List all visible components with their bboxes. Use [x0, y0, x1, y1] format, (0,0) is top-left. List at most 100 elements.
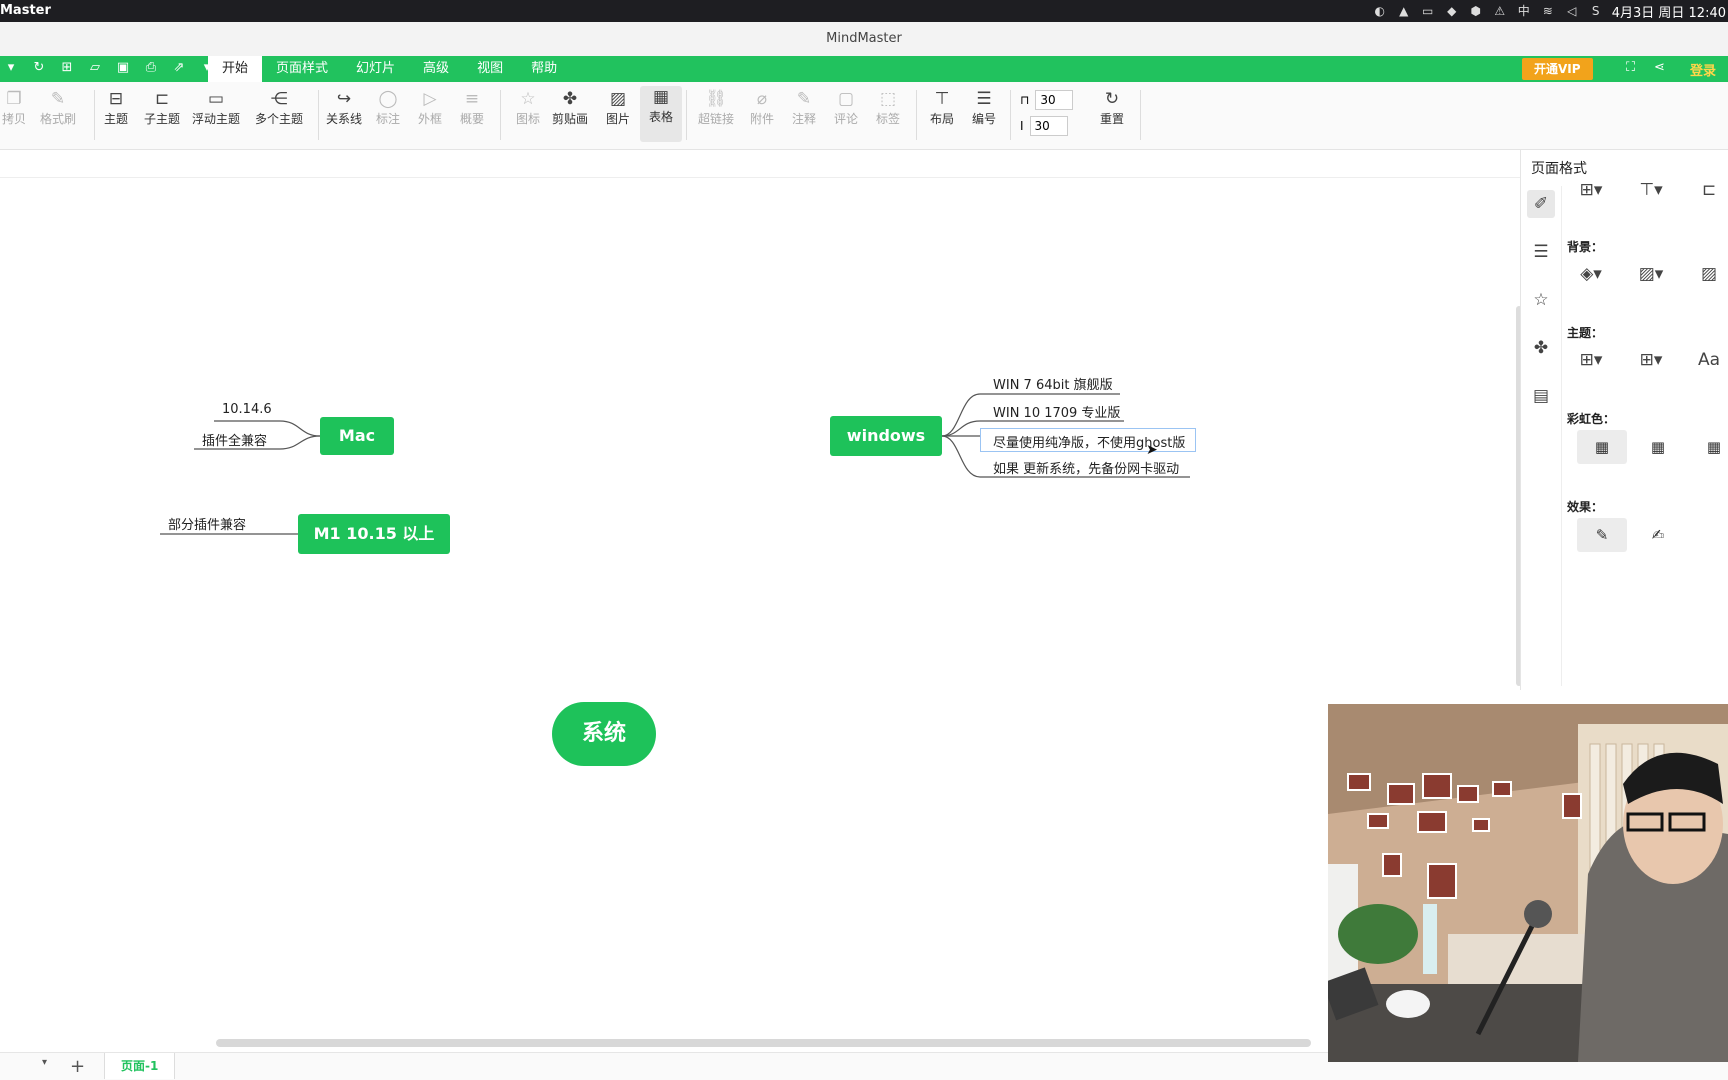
- horizontal-scrollbar[interactable]: [216, 1039, 1311, 1047]
- dropdown-arrow-icon[interactable]: ▾: [2, 60, 20, 75]
- subtopic-win10[interactable]: WIN 10 1709 专业版: [993, 402, 1120, 421]
- topic-button[interactable]: ⊟ 主题: [104, 88, 128, 127]
- format-brush-button[interactable]: ✎ 格式刷: [40, 88, 76, 127]
- tab-help[interactable]: 帮助: [517, 56, 571, 82]
- print-icon[interactable]: ⎙: [142, 60, 160, 75]
- tab-page-style[interactable]: 页面样式: [262, 56, 342, 82]
- vip-button[interactable]: 开通VIP: [1522, 58, 1593, 80]
- reset-button[interactable]: ↻ 重置: [1100, 88, 1124, 127]
- new-file-icon[interactable]: ⊞: [58, 60, 76, 75]
- effect-option-2[interactable]: ✍: [1633, 518, 1683, 552]
- rainbow-option-2[interactable]: ▦: [1633, 430, 1683, 464]
- warning-icon[interactable]: ⚠: [1492, 4, 1508, 18]
- login-button[interactable]: 登录: [1690, 60, 1716, 79]
- page-menu-arrow-icon[interactable]: ▾: [42, 1057, 47, 1068]
- share-icon[interactable]: ⋖: [1654, 60, 1665, 75]
- subtopic-button[interactable]: ⊏ 子主题: [144, 88, 180, 127]
- page-format-icon[interactable]: ✐: [1527, 190, 1555, 218]
- background-image-icon[interactable]: ▨▾: [1631, 264, 1671, 284]
- layout-button[interactable]: ⊤ 布局: [930, 88, 954, 127]
- subtopic-win7[interactable]: WIN 7 64bit 旗舰版: [993, 374, 1113, 393]
- wifi-icon[interactable]: ≋: [1540, 4, 1556, 18]
- subtopic-backup-driver[interactable]: 如果 更新系统，先备份网卡驱动: [993, 458, 1179, 477]
- redo-icon[interactable]: ↻: [30, 60, 48, 75]
- callout-button[interactable]: ◯ 标注: [376, 88, 400, 127]
- subtopic-mac-version[interactable]: 10.14.6: [222, 402, 272, 417]
- hyperlink-button[interactable]: ⛓ 超链接: [698, 88, 734, 127]
- app-icon[interactable]: S: [1588, 4, 1604, 18]
- task-calendar-icon[interactable]: ▤: [1527, 382, 1555, 410]
- subtopic-mac-plugins[interactable]: 插件全兼容: [202, 430, 267, 449]
- topic-mac[interactable]: Mac: [320, 417, 394, 455]
- v-spacing-input[interactable]: 30: [1029, 116, 1068, 136]
- effect-option-1[interactable]: ✎: [1577, 518, 1627, 552]
- multi-topic-button[interactable]: ⋲ 多个主题: [255, 88, 303, 127]
- network-icon[interactable]: ◆: [1444, 4, 1460, 18]
- sync-icon[interactable]: ◐: [1372, 4, 1388, 18]
- structure-grid-icon[interactable]: ⊞▾: [1571, 180, 1611, 200]
- rainbow-option-3[interactable]: ▦: [1689, 430, 1728, 464]
- callout-icon: ◯: [378, 89, 398, 109]
- watermark-icon[interactable]: ▨: [1689, 264, 1728, 284]
- tab-view[interactable]: 视图: [463, 56, 517, 82]
- image-button[interactable]: ▨ 图片: [606, 88, 630, 127]
- clipart-library-icon[interactable]: ✤: [1527, 334, 1555, 362]
- note-button[interactable]: ✎ 注释: [792, 88, 816, 127]
- h-spacing-input[interactable]: 30: [1035, 90, 1074, 110]
- central-topic[interactable]: 系统: [552, 702, 656, 766]
- icon-button[interactable]: ☆ 图标: [516, 88, 540, 127]
- clover-icon: ✤: [562, 89, 578, 109]
- comment-button[interactable]: ▢ 评论: [834, 88, 858, 127]
- relation-button[interactable]: ↪ 关系线: [326, 88, 362, 127]
- tab-start[interactable]: 开始: [208, 56, 263, 82]
- tag-icon: ⬚: [879, 89, 897, 109]
- clock-text[interactable]: 4月3日 周日 12:40: [1612, 2, 1728, 21]
- fill-bucket-icon[interactable]: ◈▾: [1571, 264, 1611, 284]
- attachment-button[interactable]: ⌀ 附件: [750, 88, 774, 127]
- tab-advanced[interactable]: 高级: [409, 56, 463, 82]
- input-method-icon[interactable]: 中: [1516, 4, 1532, 18]
- save-icon[interactable]: ▣: [114, 60, 132, 75]
- page-tab[interactable]: 页面-1: [104, 1053, 176, 1079]
- v-spacing-stepper[interactable]: Ι 30: [1020, 116, 1068, 136]
- subtopic-m1-plugins[interactable]: 部分插件兼容: [168, 514, 246, 533]
- subtopic-clean-version-selected[interactable]: 尽量使用纯净版，不使用ghost版: [980, 428, 1196, 452]
- theme-grid-icon[interactable]: ⊞▾: [1571, 350, 1611, 370]
- mindmap-canvas[interactable]: [0, 150, 1520, 1040]
- boundary-button[interactable]: ▷ 外框: [418, 88, 442, 127]
- topic-windows[interactable]: windows: [830, 416, 942, 456]
- h-spacing-stepper[interactable]: ⊓ 30: [1020, 90, 1074, 110]
- display-icon[interactable]: ▭: [1420, 4, 1436, 18]
- add-page-icon[interactable]: +: [70, 1056, 85, 1077]
- clipart-button[interactable]: ✤ 剪贴画: [552, 88, 588, 127]
- copy-icon: ❐: [6, 89, 22, 109]
- background-label: 背景：: [1567, 240, 1604, 254]
- copy-button[interactable]: ❐ 拷贝: [2, 88, 26, 127]
- volume-icon[interactable]: ◁: [1564, 4, 1580, 18]
- floating-topic-button[interactable]: ▭ 浮动主题: [192, 88, 240, 127]
- tab-slides[interactable]: 幻灯片: [342, 56, 409, 82]
- outline-list-icon[interactable]: ☰: [1527, 238, 1555, 266]
- rainbow-option-1[interactable]: ▦: [1577, 430, 1627, 464]
- table-button[interactable]: ▦ 表格: [640, 86, 682, 142]
- font-aa-icon[interactable]: Aa: [1689, 350, 1728, 370]
- panel-title: 页面格式: [1531, 161, 1587, 177]
- numbered-list-icon: ☰: [976, 89, 992, 109]
- topic-m1[interactable]: M1 10.15 以上: [298, 514, 450, 554]
- icon-library-icon[interactable]: ☆: [1527, 286, 1555, 314]
- tag-button[interactable]: ⬚ 标签: [876, 88, 900, 127]
- subtopic-icon: ⊏: [154, 89, 170, 109]
- theme-style-icon[interactable]: ⊞▾: [1631, 350, 1671, 370]
- divider: [686, 90, 687, 140]
- summary-button[interactable]: ≡ 概要: [460, 88, 484, 127]
- tree-structure-icon[interactable]: ⊤▾: [1631, 180, 1671, 200]
- numbering-button[interactable]: ☰ 编号: [972, 88, 996, 127]
- export-icon[interactable]: ⇗: [170, 60, 188, 75]
- fullscreen-icon[interactable]: ⛶: [1626, 60, 1635, 75]
- multi-topic-icon: ⋲: [270, 89, 288, 109]
- open-folder-icon[interactable]: ▱: [86, 60, 104, 75]
- app-status-icon[interactable]: ⬢: [1468, 4, 1484, 18]
- vpn-icon[interactable]: ▲: [1396, 4, 1412, 18]
- theme-label: 主题：: [1567, 326, 1604, 340]
- connector-style-icon[interactable]: ⊏: [1689, 180, 1728, 200]
